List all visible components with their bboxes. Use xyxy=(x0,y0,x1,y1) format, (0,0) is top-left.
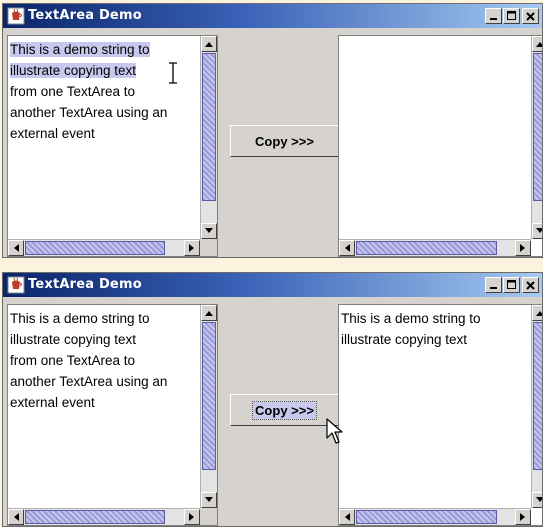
arrow-up-icon xyxy=(536,42,542,47)
vertical-scroll-thumb[interactable] xyxy=(533,53,542,201)
vertical-scroll-thumb[interactable] xyxy=(533,322,542,470)
copy-button-label: Copy >>> xyxy=(255,133,314,149)
source-text: This is a demo string to illustrate copy… xyxy=(10,308,198,413)
close-icon xyxy=(526,11,535,21)
textarea-demo-window-2: TextArea Demo This is a demo string to i… xyxy=(2,272,543,527)
scroll-up-button[interactable] xyxy=(532,36,542,52)
java-cup-icon xyxy=(7,276,25,294)
text-line: external event xyxy=(10,126,95,141)
scroll-down-button[interactable] xyxy=(201,223,217,239)
text-line: illustrate copying text xyxy=(341,332,468,347)
window-title: TextArea Demo xyxy=(28,277,142,292)
arrow-up-icon xyxy=(205,42,213,47)
scroll-right-button[interactable] xyxy=(184,509,200,525)
horizontal-scroll-thumb[interactable] xyxy=(25,510,165,524)
arrow-left-icon xyxy=(14,244,19,252)
close-button[interactable] xyxy=(522,8,539,24)
java-cup-icon xyxy=(7,7,25,25)
vertical-scrollbar[interactable] xyxy=(531,305,542,508)
scroll-right-button[interactable] xyxy=(515,240,531,256)
scroll-down-button[interactable] xyxy=(532,223,542,239)
source-textarea[interactable]: This is a demo string to illustrate copy… xyxy=(7,35,218,257)
text-line: illustrate copying text xyxy=(10,332,137,347)
title-bar[interactable]: TextArea Demo xyxy=(3,4,542,28)
minimize-button[interactable] xyxy=(485,8,502,24)
horizontal-scrollbar[interactable] xyxy=(339,239,531,256)
arrow-left-icon xyxy=(14,513,19,521)
text-line: from one TextArea to xyxy=(10,353,136,368)
text-line: another TextArea using an xyxy=(10,374,168,389)
maximize-button[interactable] xyxy=(503,8,520,24)
horizontal-scrollbar[interactable] xyxy=(339,508,531,525)
arrow-down-icon xyxy=(536,228,542,233)
vertical-scroll-thumb[interactable] xyxy=(202,53,216,201)
arrow-right-icon xyxy=(520,244,525,252)
horizontal-scroll-thumb[interactable] xyxy=(356,241,497,255)
scroll-left-button[interactable] xyxy=(8,509,24,525)
text-line: external event xyxy=(10,395,95,410)
scroll-corner xyxy=(200,508,217,525)
arrow-down-icon xyxy=(205,228,213,233)
horizontal-scroll-thumb[interactable] xyxy=(25,241,165,255)
destination-textarea[interactable] xyxy=(338,35,542,257)
minimize-icon xyxy=(490,17,497,20)
arrow-up-icon xyxy=(536,311,542,316)
arrow-right-icon xyxy=(520,513,525,521)
vertical-scroll-thumb[interactable] xyxy=(202,322,216,470)
scroll-right-button[interactable] xyxy=(515,509,531,525)
arrow-down-icon xyxy=(536,497,542,502)
text-line: This is a demo string to xyxy=(10,311,150,326)
minimize-button[interactable] xyxy=(485,277,502,293)
close-icon xyxy=(526,280,535,290)
vertical-scrollbar[interactable] xyxy=(200,36,217,239)
text-line: from one TextArea to xyxy=(10,84,136,99)
close-button[interactable] xyxy=(522,277,539,293)
arrow-right-icon xyxy=(189,244,194,252)
arrow-right-icon xyxy=(189,513,194,521)
scroll-left-button[interactable] xyxy=(339,240,355,256)
vertical-scrollbar[interactable] xyxy=(200,305,217,508)
copy-button[interactable]: Copy >>> xyxy=(230,394,339,426)
mouse-pointer-icon xyxy=(326,418,343,444)
scroll-up-button[interactable] xyxy=(201,36,217,52)
scroll-up-button[interactable] xyxy=(532,305,542,321)
horizontal-scroll-thumb[interactable] xyxy=(356,510,497,524)
text-cursor-icon xyxy=(169,62,177,84)
copy-button[interactable]: Copy >>> xyxy=(230,125,339,157)
scroll-corner xyxy=(200,239,217,256)
scroll-up-button[interactable] xyxy=(201,305,217,321)
maximize-button[interactable] xyxy=(503,277,520,293)
arrow-left-icon xyxy=(345,244,350,252)
maximize-icon xyxy=(506,280,516,289)
textarea-demo-window-1: TextArea Demo This is a demo string to i… xyxy=(2,3,543,258)
title-bar[interactable]: TextArea Demo xyxy=(3,273,542,297)
scroll-left-button[interactable] xyxy=(339,509,355,525)
text-line: This is a demo string to xyxy=(341,311,481,326)
source-textarea[interactable]: This is a demo string to illustrate copy… xyxy=(7,304,218,526)
window-title: TextArea Demo xyxy=(28,8,142,23)
text-line: This is a demo string to xyxy=(10,42,150,57)
scroll-down-button[interactable] xyxy=(532,492,542,508)
source-text: This is a demo string to illustrate copy… xyxy=(10,39,198,144)
vertical-scrollbar[interactable] xyxy=(531,36,542,239)
horizontal-scrollbar[interactable] xyxy=(8,239,200,256)
arrow-down-icon xyxy=(205,497,213,502)
horizontal-scrollbar[interactable] xyxy=(8,508,200,525)
destination-textarea[interactable]: This is a demo string to illustrate copy… xyxy=(338,304,542,526)
text-line: another TextArea using an xyxy=(10,105,168,120)
destination-text: This is a demo string to illustrate copy… xyxy=(341,308,529,350)
arrow-up-icon xyxy=(205,311,213,316)
maximize-icon xyxy=(506,11,516,20)
scroll-left-button[interactable] xyxy=(8,240,24,256)
copy-button-label: Copy >>> xyxy=(252,400,317,420)
scroll-down-button[interactable] xyxy=(201,492,217,508)
minimize-icon xyxy=(490,286,497,289)
arrow-left-icon xyxy=(345,513,350,521)
scroll-right-button[interactable] xyxy=(184,240,200,256)
